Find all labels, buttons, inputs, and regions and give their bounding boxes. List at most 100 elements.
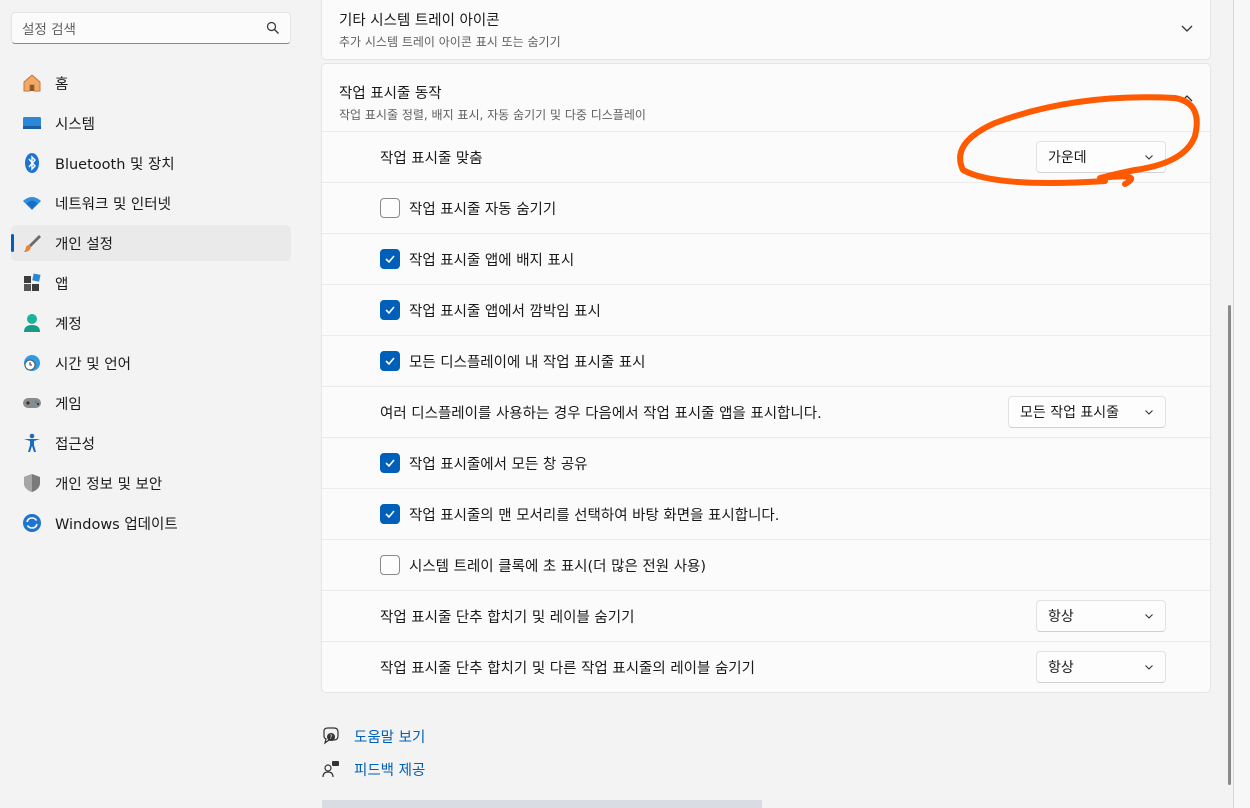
globe-clock-icon [21,352,43,374]
sidebar-item-network[interactable]: 네트워크 및 인터넷 [11,185,291,221]
shield-icon [21,472,43,494]
background-window-edge [1233,0,1250,808]
autohide-row: 작업 표시줄 자동 숨기기 [322,183,1210,234]
chevron-down-icon [1145,410,1153,415]
section-title: 작업 표시줄 동작 [339,86,442,102]
dropdown-value: 모든 작업 표시줄 [1020,405,1120,421]
help-icon: ? [323,727,339,745]
sidebar-item-label: Windows 업데이트 [55,516,178,533]
help-link-row[interactable]: ? 도움말 보기 [321,725,425,747]
feedback-icon [322,761,339,778]
clock-seconds-checkbox[interactable] [380,555,400,575]
other-tray-icons-card[interactable]: 기타 시스템 트레이 아이콘 추가 시스템 트레이 아이콘 표시 또는 숨기기 [321,0,1211,60]
row-label: 작업 표시줄에서 모든 창 공유 [409,456,588,473]
search-input[interactable]: 설정 검색 [11,12,291,44]
share-windows-row: 작업 표시줄에서 모든 창 공유 [322,438,1210,489]
feedback-link[interactable]: 피드백 제공 [354,759,425,780]
chevron-down-icon [1145,665,1153,670]
row-label: 작업 표시줄의 맨 모서리를 선택하여 바탕 화면을 표시합니다. [409,507,780,524]
multi-display-dropdown[interactable]: 모든 작업 표시줄 [1008,396,1166,428]
accessibility-icon [21,432,43,454]
apps-icon [21,272,43,294]
chevron-down-icon[interactable] [1180,21,1194,35]
row-label: 작업 표시줄 앱에서 깜박임 표시 [409,303,601,320]
row-label: 작업 표시줄 단추 합치기 및 레이블 숨기기 [380,609,635,626]
combine-other-row: 작업 표시줄 단추 합치기 및 다른 작업 표시줄의 레이블 숨기기 항상 [322,642,1210,693]
sidebar-item-label: 개인 설정 [55,236,113,253]
sidebar-item-personalization[interactable]: 개인 설정 [11,225,291,261]
taskbar-behaviors-header[interactable]: 작업 표시줄 동작 작업 표시줄 정렬, 배지 표시, 자동 숨기기 및 다중 … [322,64,1210,132]
dropdown-value: 항상 [1048,660,1074,676]
autohide-checkbox[interactable] [380,198,400,218]
dropdown-value: 가운데 [1048,150,1087,166]
flashing-checkbox[interactable] [380,300,400,320]
footer-links: ? 도움말 보기 피드백 제공 [321,725,425,791]
sidebar-item-label: 시간 및 언어 [55,356,131,373]
chevron-up-icon[interactable] [1180,92,1194,106]
bluetooth-icon [21,152,43,174]
row-label: 작업 표시줄 맞춤 [380,150,483,167]
feedback-link-row[interactable]: 피드백 제공 [321,758,425,780]
sidebar-item-label: 앱 [55,276,69,293]
update-icon [21,512,43,534]
badges-row: 작업 표시줄 앱에 배지 표시 [322,234,1210,285]
sidebar-nav: 홈 시스템 Bluetooth 및 장치 네트워크 및 인터넷 개인 설정 앱 … [11,65,291,545]
sidebar-item-label: 개인 정보 및 보안 [55,476,163,493]
search-icon[interactable] [266,21,280,35]
row-label: 작업 표시줄 앱에 배지 표시 [409,252,575,269]
account-icon [21,312,43,334]
sidebar-item-label: 게임 [55,396,82,413]
dropdown-value: 항상 [1048,609,1074,625]
corner-desktop-row: 작업 표시줄의 맨 모서리를 선택하여 바탕 화면을 표시합니다. [322,489,1210,540]
sidebar-item-system[interactable]: 시스템 [11,105,291,141]
share-windows-checkbox[interactable] [380,453,400,473]
scrollbar[interactable] [1228,305,1231,785]
wifi-icon [21,192,43,214]
flashing-row: 작업 표시줄 앱에서 깜박임 표시 [322,285,1210,336]
help-link[interactable]: 도움말 보기 [354,726,425,747]
combine-buttons-dropdown[interactable]: 항상 [1036,600,1166,632]
sidebar-item-bluetooth[interactable]: Bluetooth 및 장치 [11,145,291,181]
system-icon [21,112,43,134]
sidebar-item-label: Bluetooth 및 장치 [55,156,175,173]
sidebar-item-label: 시스템 [55,116,96,133]
row-label: 모든 디스플레이에 내 작업 표시줄 표시 [409,354,646,371]
taskbar-alignment-dropdown[interactable]: 가운데 [1036,141,1166,173]
sidebar-item-accessibility[interactable]: 접근성 [11,425,291,461]
combine-other-dropdown[interactable]: 항상 [1036,651,1166,683]
sidebar-item-gaming[interactable]: 게임 [11,385,291,421]
badges-checkbox[interactable] [380,249,400,269]
search-placeholder: 설정 검색 [22,22,76,38]
corner-desktop-checkbox[interactable] [380,504,400,524]
checkmark-icon [385,255,395,264]
brush-icon [21,232,43,254]
sidebar-item-label: 계정 [55,316,82,333]
chevron-down-icon [1145,155,1153,160]
sidebar: 설정 검색 홈 시스템 Bluetooth 및 장치 네트워크 및 인터넷 개인… [0,0,305,808]
chevron-down-icon [1145,614,1153,619]
sidebar-item-label: 네트워크 및 인터넷 [55,196,171,213]
combine-buttons-row: 작업 표시줄 단추 합치기 및 레이블 숨기기 항상 [322,591,1210,642]
sidebar-item-home[interactable]: 홈 [11,65,291,101]
all-displays-checkbox[interactable] [380,351,400,371]
sidebar-item-time-language[interactable]: 시간 및 언어 [11,345,291,381]
sidebar-item-label: 접근성 [55,436,96,453]
background-window-edge-bottom [322,800,762,808]
sidebar-item-apps[interactable]: 앱 [11,265,291,301]
sidebar-item-privacy[interactable]: 개인 정보 및 보안 [11,465,291,501]
all-displays-row: 모든 디스플레이에 내 작업 표시줄 표시 [322,336,1210,387]
home-icon [21,72,43,94]
taskbar-alignment-row: 작업 표시줄 맞춤 가운데 [322,132,1210,183]
sidebar-item-label: 홈 [55,76,69,93]
taskbar-behaviors-section: 작업 표시줄 동작 작업 표시줄 정렬, 배지 표시, 자동 숨기기 및 다중 … [321,63,1211,693]
sidebar-item-windows-update[interactable]: Windows 업데이트 [11,505,291,541]
row-label: 시스템 트레이 클록에 초 표시(더 많은 전원 사용) [409,558,707,575]
row-label: 여러 디스플레이를 사용하는 경우 다음에서 작업 표시줄 앱을 표시합니다. [380,405,822,422]
row-label: 작업 표시줄 자동 숨기기 [409,201,557,218]
card-subtitle: 추가 시스템 트레이 아이콘 표시 또는 숨기기 [339,34,561,49]
checkmark-icon [385,459,395,468]
gamepad-icon [21,392,43,414]
checkmark-icon [385,357,395,366]
sidebar-item-accounts[interactable]: 계정 [11,305,291,341]
card-title: 기타 시스템 트레이 아이콘 [339,12,500,29]
